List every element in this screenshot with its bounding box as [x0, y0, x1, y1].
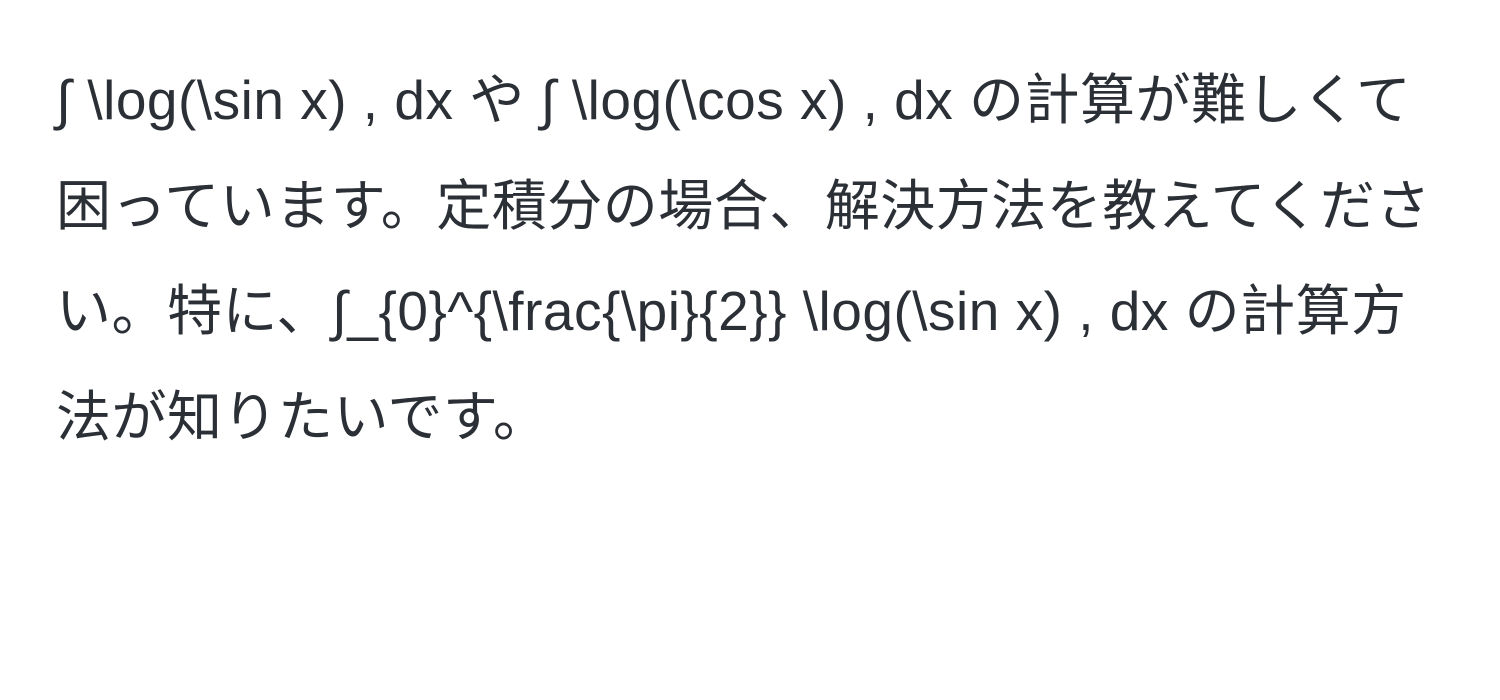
- document-container: ∫ \log(\sin x) , dx や ∫ \log(\cos x) , d…: [0, 0, 1500, 518]
- body-text: ∫ \log(\sin x) , dx や ∫ \log(\cos x) , d…: [56, 48, 1444, 470]
